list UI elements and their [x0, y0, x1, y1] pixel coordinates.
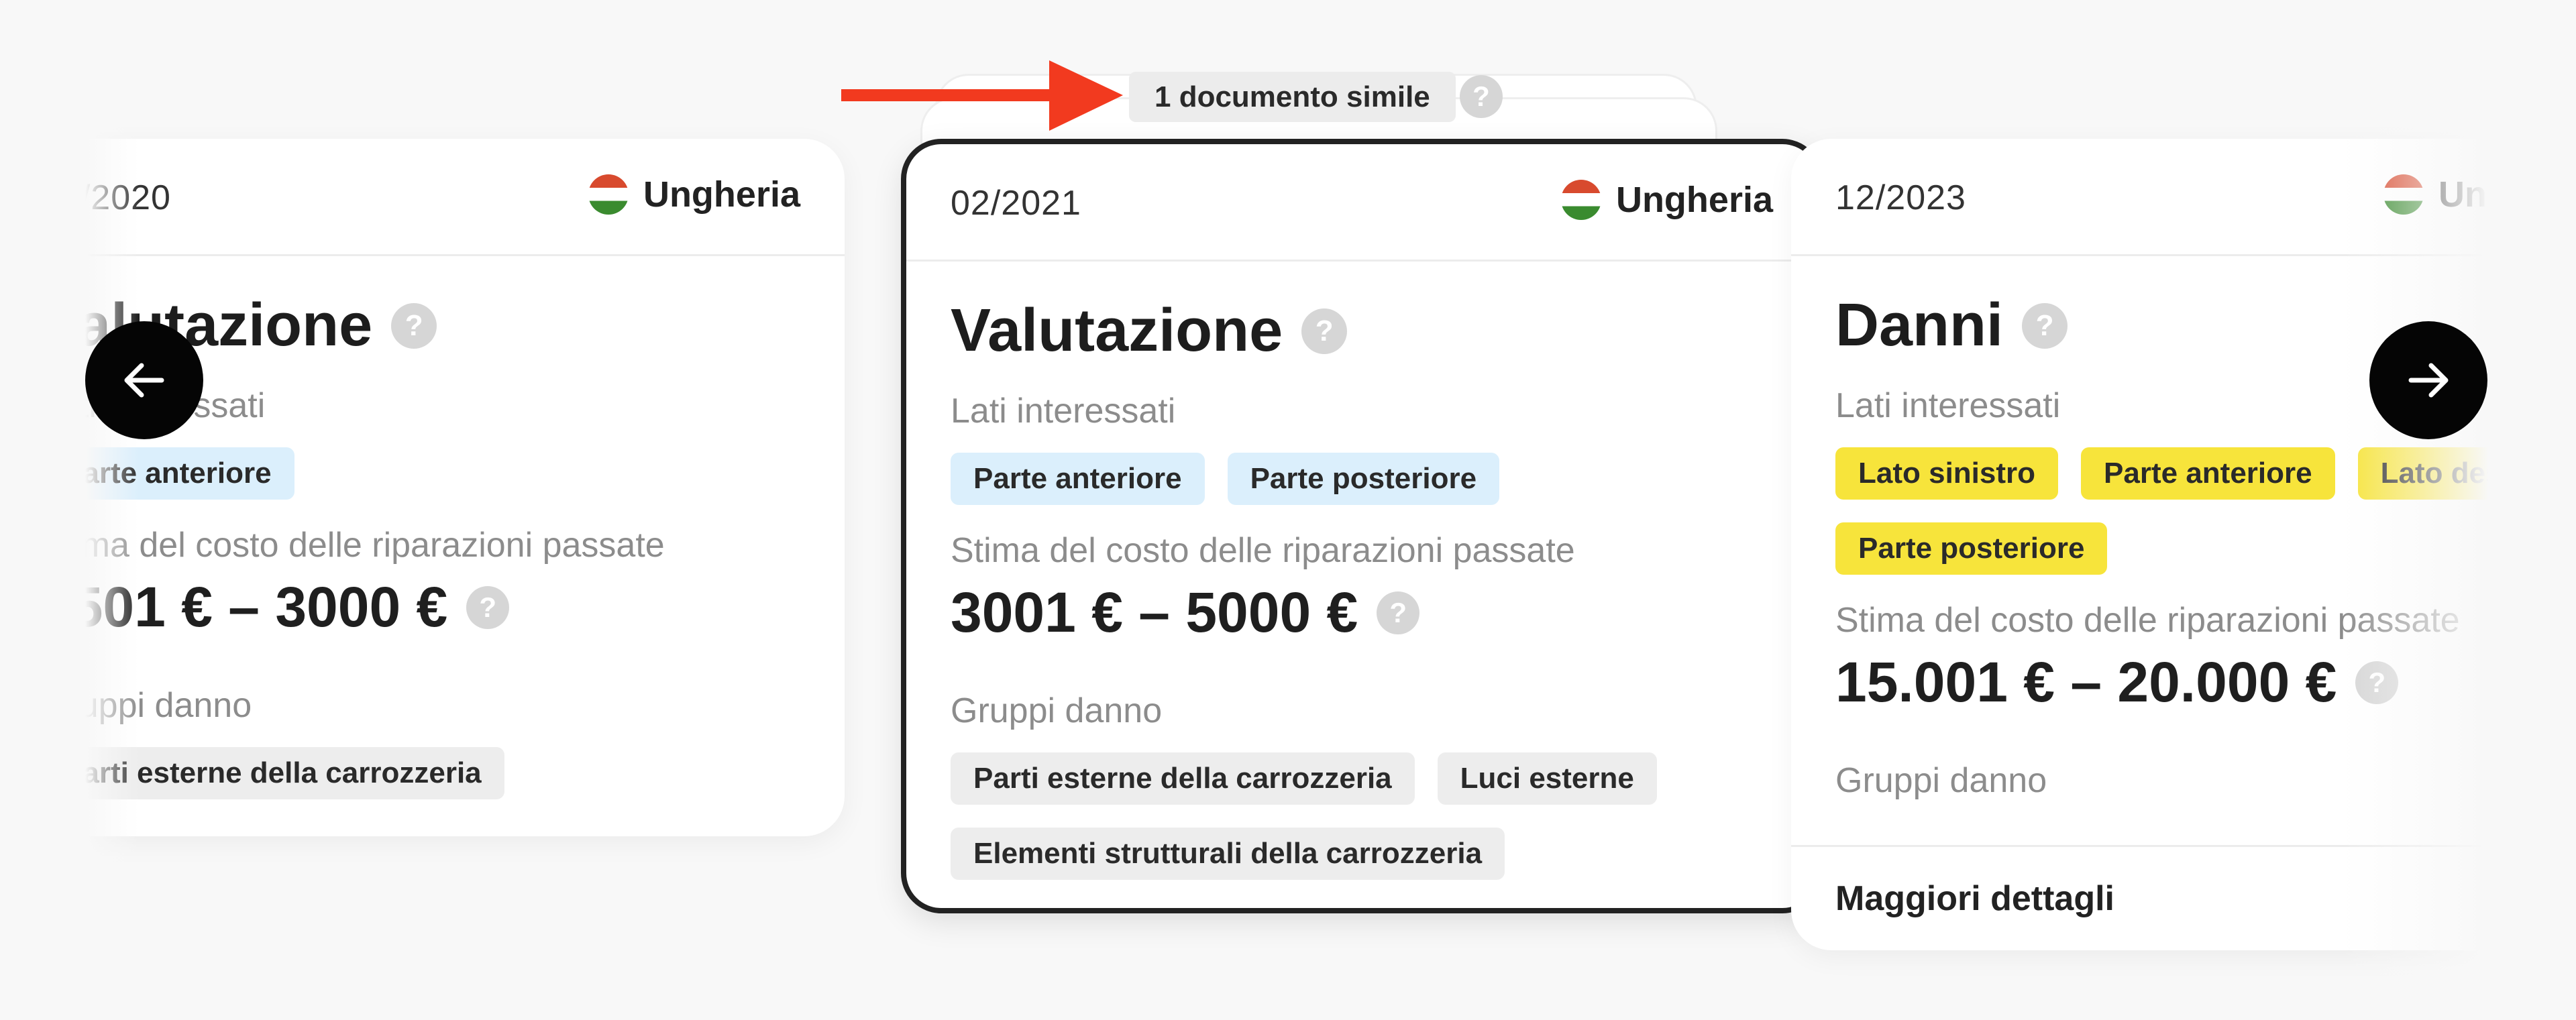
group-chip: Elementi strutturali della carrozzeria: [951, 828, 1505, 880]
card-title-row: Valutazione ?: [951, 296, 1790, 365]
cost-row: 1501 € – 3000 € ?: [85, 575, 818, 640]
cost-value: 15.001 € – 20.000 €: [1835, 650, 2337, 714]
arrow-left-icon: [124, 363, 164, 398]
help-icon[interactable]: ?: [1377, 591, 1420, 634]
help-icon[interactable]: ?: [2355, 661, 2399, 704]
group-chip: Parti esterne della carrozzeria: [85, 747, 504, 799]
cards-carousel: 01/2020 Ungheria Valutazione ? Lati inte…: [85, 0, 2489, 1020]
sides-label: Lati interessati: [951, 392, 1176, 431]
cost-row: 15.001 € – 20.000 € ?: [1835, 650, 2489, 715]
side-chip: Parte posteriore: [1227, 453, 1500, 505]
hungary-flag-icon: [2383, 174, 2424, 215]
side-chip: Parte posteriore: [1835, 522, 2108, 575]
groups-chips: Parti esterne della carrozzeria Luci est…: [951, 752, 1790, 880]
history-card-selected[interactable]: 02/2021 Ungheria Valutazione ? Lati inte…: [901, 139, 1823, 913]
red-arrow-icon: [841, 60, 1123, 131]
hungary-flag-icon: [1560, 180, 1601, 220]
more-details-link[interactable]: Maggiori dettagli: [1791, 845, 2489, 950]
group-chip: Parti esterne della carrozzeria: [951, 752, 1415, 805]
history-card[interactable]: 12/2023 Ungheria Danni ? Lati interessat…: [1791, 139, 2489, 950]
next-button[interactable]: [2369, 321, 2487, 439]
sides-chips: Parte anteriore: [85, 447, 818, 500]
cost-label: Stima del costo delle riparazioni passat…: [85, 526, 665, 565]
help-icon[interactable]: ?: [466, 585, 510, 629]
side-chip: Lato sinistro: [1835, 447, 2059, 500]
groups-label: Gruppi danno: [951, 691, 1163, 730]
card-title: Danni: [1835, 292, 2004, 359]
group-chip: Luci esterne: [1437, 752, 1657, 805]
card-body: Valutazione ? Lati interessati Parte ant…: [85, 256, 818, 799]
card-header: 12/2023 Ungheria: [1791, 139, 2489, 256]
cost-value: 3001 € – 5000 €: [951, 581, 1358, 644]
country-name: Ungheria: [643, 174, 800, 215]
similar-documents-badge[interactable]: 1 documento simile: [1129, 72, 1456, 122]
cost-label: Stima del costo delle riparazioni passat…: [951, 531, 1575, 570]
cost-label: Stima del costo delle riparazioni passat…: [1835, 601, 2460, 640]
groups-chips: Parti esterne della carrozzeria: [85, 747, 818, 799]
country-name: Ungheria: [2438, 174, 2489, 215]
side-chip: Parte anteriore: [2081, 447, 2335, 500]
help-icon[interactable]: ?: [391, 302, 437, 349]
help-icon[interactable]: ?: [2022, 302, 2068, 349]
card-header: 02/2021 Ungheria: [906, 144, 1817, 262]
groups-label: Gruppi danno: [1835, 761, 2047, 800]
card-country: Ungheria: [588, 174, 800, 215]
card-date: 01/2020: [85, 178, 171, 217]
card-header: 01/2020 Ungheria: [85, 139, 845, 256]
cost-row: 3001 € – 5000 € ?: [951, 580, 1790, 645]
sides-chips: Lato sinistro Parte anteriore Lato destr…: [1835, 447, 2489, 575]
card-date: 02/2021: [951, 184, 1081, 223]
help-icon[interactable]: ?: [1301, 308, 1348, 354]
side-chip: Parte anteriore: [951, 453, 1205, 505]
help-icon[interactable]: ?: [1460, 75, 1503, 118]
sides-chips: Parte anteriore Parte posteriore: [951, 453, 1790, 505]
arrow-right-icon: [2408, 363, 2449, 398]
card-body: Valutazione ? Lati interessati Parte ant…: [951, 262, 1790, 880]
side-chip: Parte anteriore: [85, 447, 294, 500]
country-name: Ungheria: [1615, 180, 1773, 220]
card-title: Valutazione: [951, 297, 1283, 364]
side-chip: Lato destro: [2357, 447, 2489, 500]
groups-label: Gruppi danno: [85, 686, 252, 725]
history-card[interactable]: 01/2020 Ungheria Valutazione ? Lati inte…: [85, 139, 845, 836]
card-date: 12/2023: [1835, 178, 1966, 217]
card-country: Ungheria: [1560, 179, 1773, 221]
card-country: Ungheria: [2383, 174, 2489, 215]
cost-value: 1501 € – 3000 €: [85, 575, 448, 638]
previous-button[interactable]: [85, 321, 203, 439]
hungary-flag-icon: [588, 174, 629, 215]
